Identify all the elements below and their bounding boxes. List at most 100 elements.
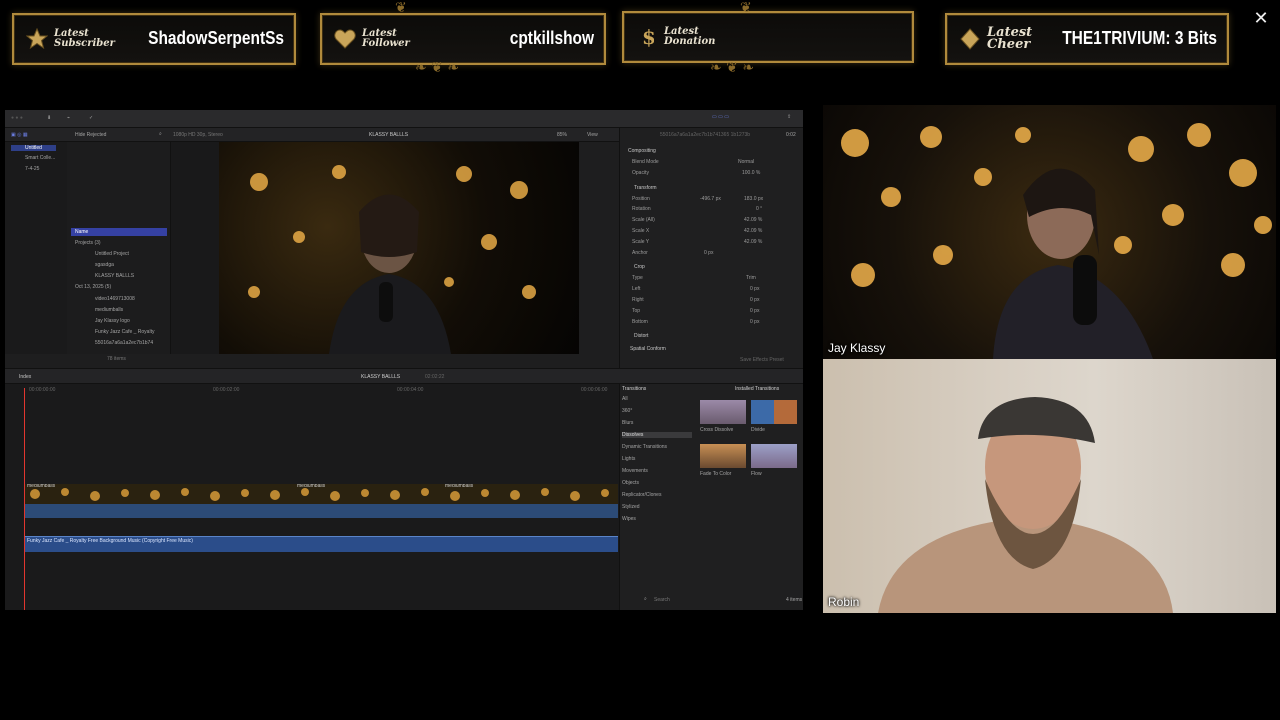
name-column-header[interactable]: Name [71,228,167,236]
library-item[interactable]: 7-4-25 [25,166,39,172]
transition-category[interactable]: Stylized [622,504,640,510]
scale-y-label: Scale Y [632,239,650,245]
search-icon[interactable]: ⌕ [159,131,162,137]
crop-right-value[interactable]: 0 px [750,297,759,303]
alert-label: Latest Follower [362,28,410,49]
music-track[interactable]: Funky Jazz Cafe _ Royalty Free Backgroun… [25,536,618,552]
list-item[interactable]: 55016a7a6a1a2ec7b1b74 [95,340,153,346]
ruler-tick: 00:00:06:00 [581,387,608,393]
list-item[interactable]: video1469713008 [95,296,135,302]
participant-name: Jay Klassy [828,341,886,355]
rotation-value[interactable]: 0 ° [756,206,762,212]
scale-x-value[interactable]: 42.09 % [744,228,762,234]
latest-cheer-value: THE1TRIVIUM: 3 Bits [1062,28,1217,48]
check-icon[interactable]: ✓ [89,115,93,121]
transition-category[interactable]: All [622,396,628,402]
crop-section[interactable]: Crop [634,264,645,270]
index-button[interactable]: Index [19,374,31,380]
transitions-search[interactable]: Search [654,597,670,603]
anchor-value[interactable]: 0 px [704,250,713,256]
position-y-value[interactable]: 183.0 px [744,196,763,202]
library-item[interactable]: Untitled [11,145,56,151]
import-icon[interactable]: ⬇ [47,115,51,121]
distort-section[interactable]: Distort [634,333,648,339]
transition-name: Flow [751,471,762,477]
save-preset-button[interactable]: Save Effects Preset [740,357,784,363]
playhead[interactable] [24,388,25,610]
key-icon[interactable]: ⌁ [67,115,70,121]
latest-follower-value: cptkillshow [509,28,594,48]
position-x-value[interactable]: -496.7 px [700,196,721,202]
timeline-toolbar: Index KLASSY BALLLS 02:02:22 [5,368,803,384]
video-clip-track[interactable]: mediumballs mediumballs mediumballs [25,484,618,504]
transition-category[interactable]: 360° [622,408,632,414]
list-item[interactable]: mediumballs [95,307,123,313]
transition-category[interactable]: Dissolves [622,432,692,438]
transition-thumb[interactable] [700,444,746,468]
transition-thumb[interactable] [751,444,797,468]
ornament-icon: ❧ ❦ ❧ [415,60,460,76]
scale-all-value[interactable]: 42.09 % [744,217,762,223]
transition-category[interactable]: Movements [622,468,648,474]
zoom-dropdown[interactable]: 85% [557,132,567,138]
timecode: 0:02 [786,132,796,138]
crop-type-value[interactable]: Trim [746,275,756,281]
ornament-icon: ❦ [395,0,407,16]
viewer-panel [219,142,579,354]
filter-dropdown[interactable]: Hide Rejected [75,132,106,138]
transition-thumb[interactable] [700,400,746,424]
crop-right-label: Right [632,297,644,303]
close-icon[interactable]: ✕ [1252,9,1270,27]
layout-icons[interactable]: ▭ ▭ ▭ [712,114,729,120]
video-editor-screenshare: ● ● ● ⬇ ⌁ ✓ ▭ ▭ ▭ ⇪ ▣ ◎ ▦ Hide Rejected … [5,110,803,610]
transition-thumb[interactable] [751,400,797,424]
editor-toolbar: ● ● ● ⬇ ⌁ ✓ ▭ ▭ ▭ ⇪ [5,110,803,128]
list-item[interactable]: Projects (3) [75,240,101,246]
list-item[interactable]: Untitled Project [95,251,129,257]
transition-category[interactable]: Dynamic Transitions [622,444,667,450]
list-item[interactable]: sgasdga [95,262,114,268]
star-icon [24,26,50,52]
installed-transitions[interactable]: Installed Transitions [735,386,779,392]
crop-bottom-value[interactable]: 0 px [750,319,759,325]
list-item[interactable]: Jay Klassy logo [95,318,130,324]
opacity-value[interactable]: 100.0 % [742,170,760,176]
ornament-icon: ❦ [740,0,752,16]
list-item[interactable]: Funky Jazz Cafe _ Royalty [95,329,154,335]
transition-category[interactable]: Replicator/Clones [622,492,661,498]
traffic-lights: ● ● ● [11,115,23,121]
alert-label: Latest Donation [664,26,716,47]
webcam-robin: Robin [823,359,1276,613]
clip-audio-waveform [25,504,618,518]
blend-mode-value[interactable]: Normal [738,159,754,165]
library-icons[interactable]: ▣ ◎ ▦ [11,132,28,138]
viewer-video-frame [219,142,579,354]
anchor-label: Anchor [632,250,648,256]
transition-category[interactable]: Objects [622,480,639,486]
spatial-conform-section[interactable]: Spatial Conform [630,346,666,352]
view-dropdown[interactable]: View [587,132,598,138]
transitions-title: Transitions [622,386,647,392]
transform-section[interactable]: Transform [634,185,657,191]
transition-category[interactable]: Wipes [622,516,636,522]
diamond-icon [957,26,983,52]
transition-category[interactable]: Lights [622,456,635,462]
scale-all-label: Scale (All) [632,217,655,223]
search-icon[interactable]: ⌕ [644,596,647,602]
list-item[interactable]: KLASSY BALLLS [95,273,134,279]
share-icon[interactable]: ⇪ [787,114,791,120]
library-item[interactable]: Smart Colle... [25,155,55,161]
browser-list: Name Projects (3) Untitled Project sgasd… [67,142,171,362]
crop-top-value[interactable]: 0 px [750,308,759,314]
blend-mode-label: Blend Mode [632,159,659,165]
scale-y-value[interactable]: 42.09 % [744,239,762,245]
crop-type-label: Type [632,275,643,281]
compositing-section[interactable]: Compositing [628,148,656,154]
transition-category[interactable]: Blurs [622,420,633,426]
item-count: 78 items [107,356,126,362]
participant-name: Robin [828,595,860,609]
webcam-jay-klassy: Jay Klassy [823,105,1276,359]
crop-left-value[interactable]: 0 px [750,286,759,292]
library-sidebar: Untitled Smart Colle... 7-4-25 [5,142,67,354]
list-item[interactable]: Oct 13, 2025 (5) [75,284,111,290]
